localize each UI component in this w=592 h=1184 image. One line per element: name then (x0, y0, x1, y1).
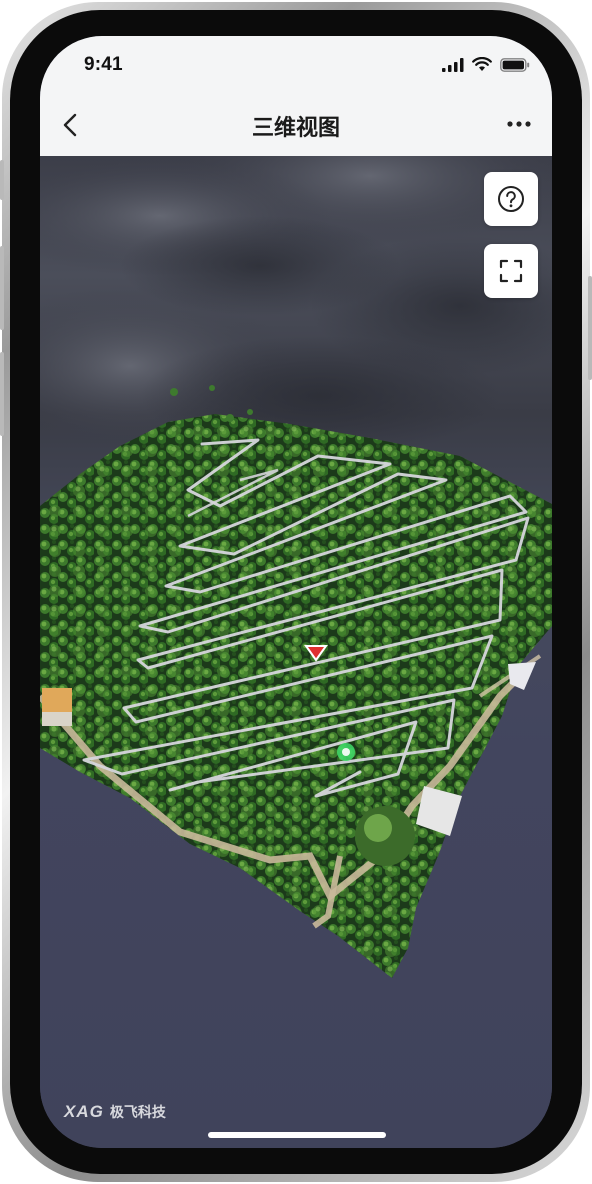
brand-watermark: XAG 极飞科技 (64, 1102, 166, 1122)
volume-down-button (0, 352, 4, 436)
brand-logo: XAG (64, 1102, 104, 1121)
status-bar: 9:41 (40, 36, 552, 94)
status-time: 9:41 (84, 54, 123, 75)
navigation-bar: 三维视图 (40, 94, 552, 156)
3d-terrain-scene (40, 156, 552, 978)
page-title: 三维视图 (251, 115, 340, 140)
help-button[interactable] (484, 172, 538, 226)
home-point-icon (337, 743, 355, 761)
signal-icon (442, 57, 464, 72)
help-circle-icon (498, 186, 524, 212)
wifi-icon (472, 57, 492, 71)
fullscreen-button[interactable] (484, 244, 538, 298)
status-icons (442, 57, 530, 72)
drone-heading-icon (304, 645, 328, 662)
brand-name: 极飞科技 (109, 1104, 166, 1120)
volume-up-button (0, 246, 4, 330)
phone-screen: 9:41 三维视图 XAG 极飞科技 (40, 36, 552, 1148)
home-indicator[interactable] (208, 1132, 386, 1138)
mute-switch (0, 160, 4, 200)
more-horizontal-icon[interactable] (506, 114, 532, 134)
3d-model-viewer[interactable]: XAG 极飞科技 (40, 156, 552, 1148)
power-button (588, 276, 592, 380)
fullscreen-icon (499, 259, 523, 283)
battery-icon (500, 57, 530, 72)
